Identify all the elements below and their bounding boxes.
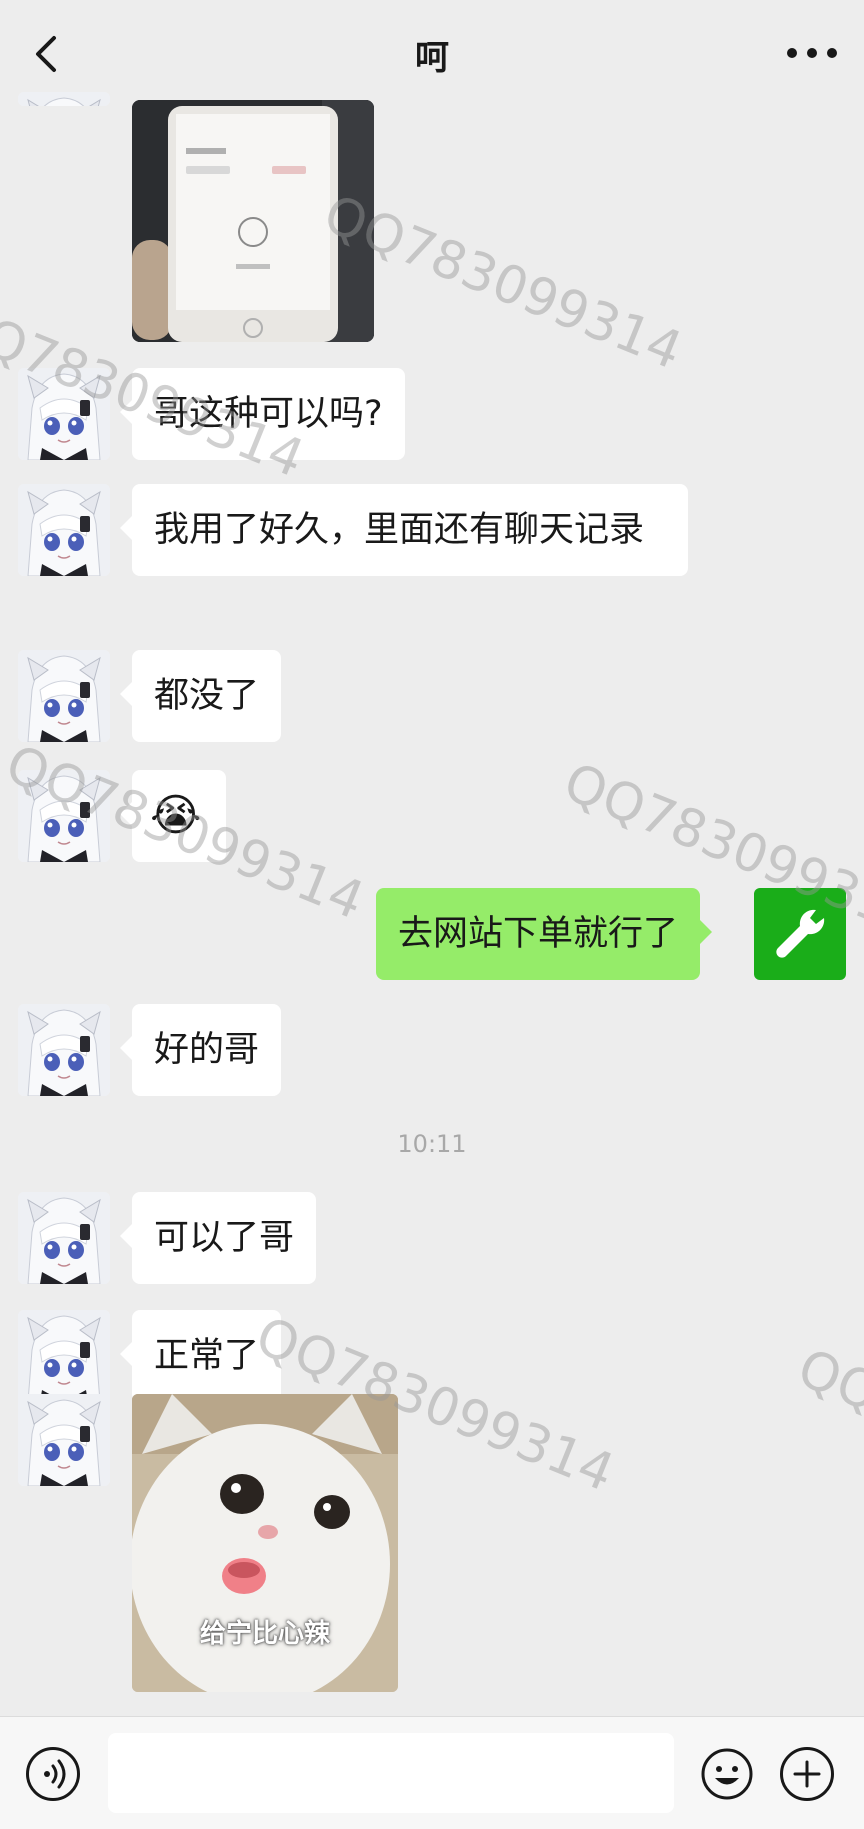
avatar[interactable]	[18, 1310, 110, 1402]
message-bubble[interactable]: 都没了	[119, 650, 282, 742]
anime-avatar-image	[18, 1310, 110, 1402]
avatar[interactable]	[18, 484, 110, 576]
avatar[interactable]	[18, 1004, 110, 1096]
avatar[interactable]	[18, 1394, 110, 1486]
watermark: QQ783099314	[789, 1338, 864, 1536]
timestamp: 10:11	[397, 1130, 467, 1158]
more-dots-icon	[787, 48, 837, 58]
avatar[interactable]	[18, 368, 110, 460]
anime-avatar-image	[18, 1192, 110, 1284]
message-bubble[interactable]: 可以了哥	[119, 1192, 317, 1284]
phone-photo-image	[132, 100, 374, 342]
anime-avatar-image	[18, 1394, 110, 1486]
self-avatar[interactable]	[754, 888, 846, 980]
emoji-button[interactable]	[700, 1747, 754, 1801]
anime-avatar-image	[18, 92, 110, 106]
anime-avatar-image	[18, 1004, 110, 1096]
chat-title: 呵	[415, 38, 449, 78]
sticker-caption: 给宁比心辣	[199, 1619, 330, 1649]
anime-avatar-image	[18, 484, 110, 576]
avatar[interactable]	[18, 650, 110, 742]
chat-header: 呵	[0, 0, 864, 106]
wrench-icon	[776, 909, 825, 958]
message-bubble[interactable]: 正常了	[119, 1310, 282, 1402]
avatar[interactable]	[18, 92, 110, 106]
message-bubble[interactable]: 好的哥	[119, 1004, 282, 1096]
message-bubble[interactable]: 哥这种可以吗?	[120, 368, 405, 460]
more-functions-button[interactable]	[780, 1747, 834, 1801]
input-bar	[0, 1716, 864, 1829]
sticker-message[interactable]: 给宁比心辣	[132, 1394, 398, 1692]
crying-emoji-icon: 😭	[150, 790, 202, 841]
avatar[interactable]	[18, 1192, 110, 1284]
plus-icon	[793, 1760, 821, 1788]
anime-avatar-image	[18, 770, 110, 862]
emoji-bubble[interactable]: 😭	[120, 770, 226, 862]
image-message[interactable]	[132, 100, 374, 342]
message-input[interactable]	[108, 1733, 674, 1813]
anime-avatar-image	[18, 368, 110, 460]
voice-icon	[44, 1759, 66, 1789]
avatar[interactable]	[18, 770, 110, 862]
smile-icon	[701, 1748, 753, 1800]
message-bubble[interactable]: 去网站下单就行了	[376, 888, 713, 980]
message-bubble[interactable]: 我用了好久，里面还有聊天记录	[120, 484, 688, 576]
anime-avatar-image	[18, 650, 110, 742]
more-button[interactable]	[782, 38, 842, 68]
voice-button[interactable]	[26, 1747, 80, 1801]
